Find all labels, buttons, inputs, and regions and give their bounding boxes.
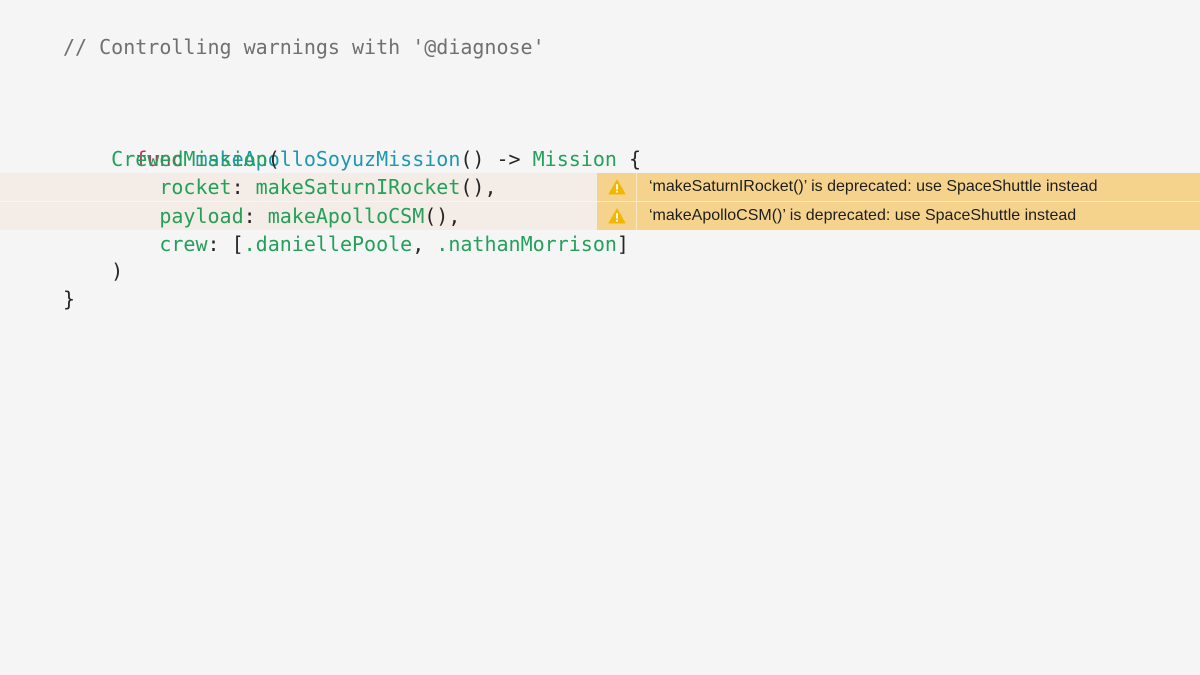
arg-label-payload: payload <box>159 204 244 228</box>
warning-triangle-icon <box>597 202 637 230</box>
arg-value-rocket: makeSaturnIRocket <box>255 175 461 199</box>
code-line-crew: crew: [.daniellePoole, .nathanMorrison] <box>0 230 1200 258</box>
warning-message: ‘makeApolloCSM()’ is deprecated: use Spa… <box>649 207 1077 224</box>
code-line-payload: payload: makeApolloCSM(), ‘makeApolloCSM… <box>0 202 1200 230</box>
crew-member-1: .daniellePoole <box>243 232 413 256</box>
code-line-crewed-mission: CrewedMission( <box>0 145 1200 173</box>
arg-tail: (), <box>460 175 497 199</box>
close-brace: } <box>63 287 76 311</box>
code-line-rocket: rocket: makeSaturnIRocket(), ‘makeSaturn… <box>0 173 1200 201</box>
arg-colon: : <box>231 175 256 199</box>
warning-banner-payload[interactable]: ‘makeApolloCSM()’ is deprecated: use Spa… <box>597 202 1200 230</box>
crew-member-2: .nathanMorrison <box>436 232 617 256</box>
call-paren: ( <box>267 147 280 171</box>
warning-message: ‘makeSaturnIRocket()’ is deprecated: use… <box>649 178 1098 195</box>
arg-value-payload: makeApolloCSM <box>267 204 425 228</box>
warning-banner-rocket[interactable]: ‘makeSaturnIRocket()’ is deprecated: use… <box>597 173 1200 201</box>
comment-text: // Controlling warnings with '@diagnose' <box>63 35 545 59</box>
arg-tail: (), <box>424 204 461 228</box>
close-paren: ) <box>111 259 124 283</box>
warning-triangle-icon <box>597 173 637 201</box>
code-line-comment: // Controlling warnings with '@diagnose' <box>0 33 1200 61</box>
arg-colon: : <box>243 204 268 228</box>
arg-label-rocket: rocket <box>159 175 232 199</box>
code-line-close-paren: ) <box>0 257 1200 285</box>
code-line-func-decl: func makeApolloSoyuzMission() -> Mission… <box>0 117 1200 171</box>
code-editor[interactable]: // Controlling warnings with '@diagnose'… <box>0 0 1200 675</box>
arg-colon: : [ <box>207 232 244 256</box>
list-close: ] <box>616 232 629 256</box>
code-line-close-brace: } <box>0 285 1200 313</box>
arg-label-crew: crew <box>159 232 208 256</box>
list-separator: , <box>412 232 437 256</box>
call-name: CrewedMission <box>111 147 268 171</box>
